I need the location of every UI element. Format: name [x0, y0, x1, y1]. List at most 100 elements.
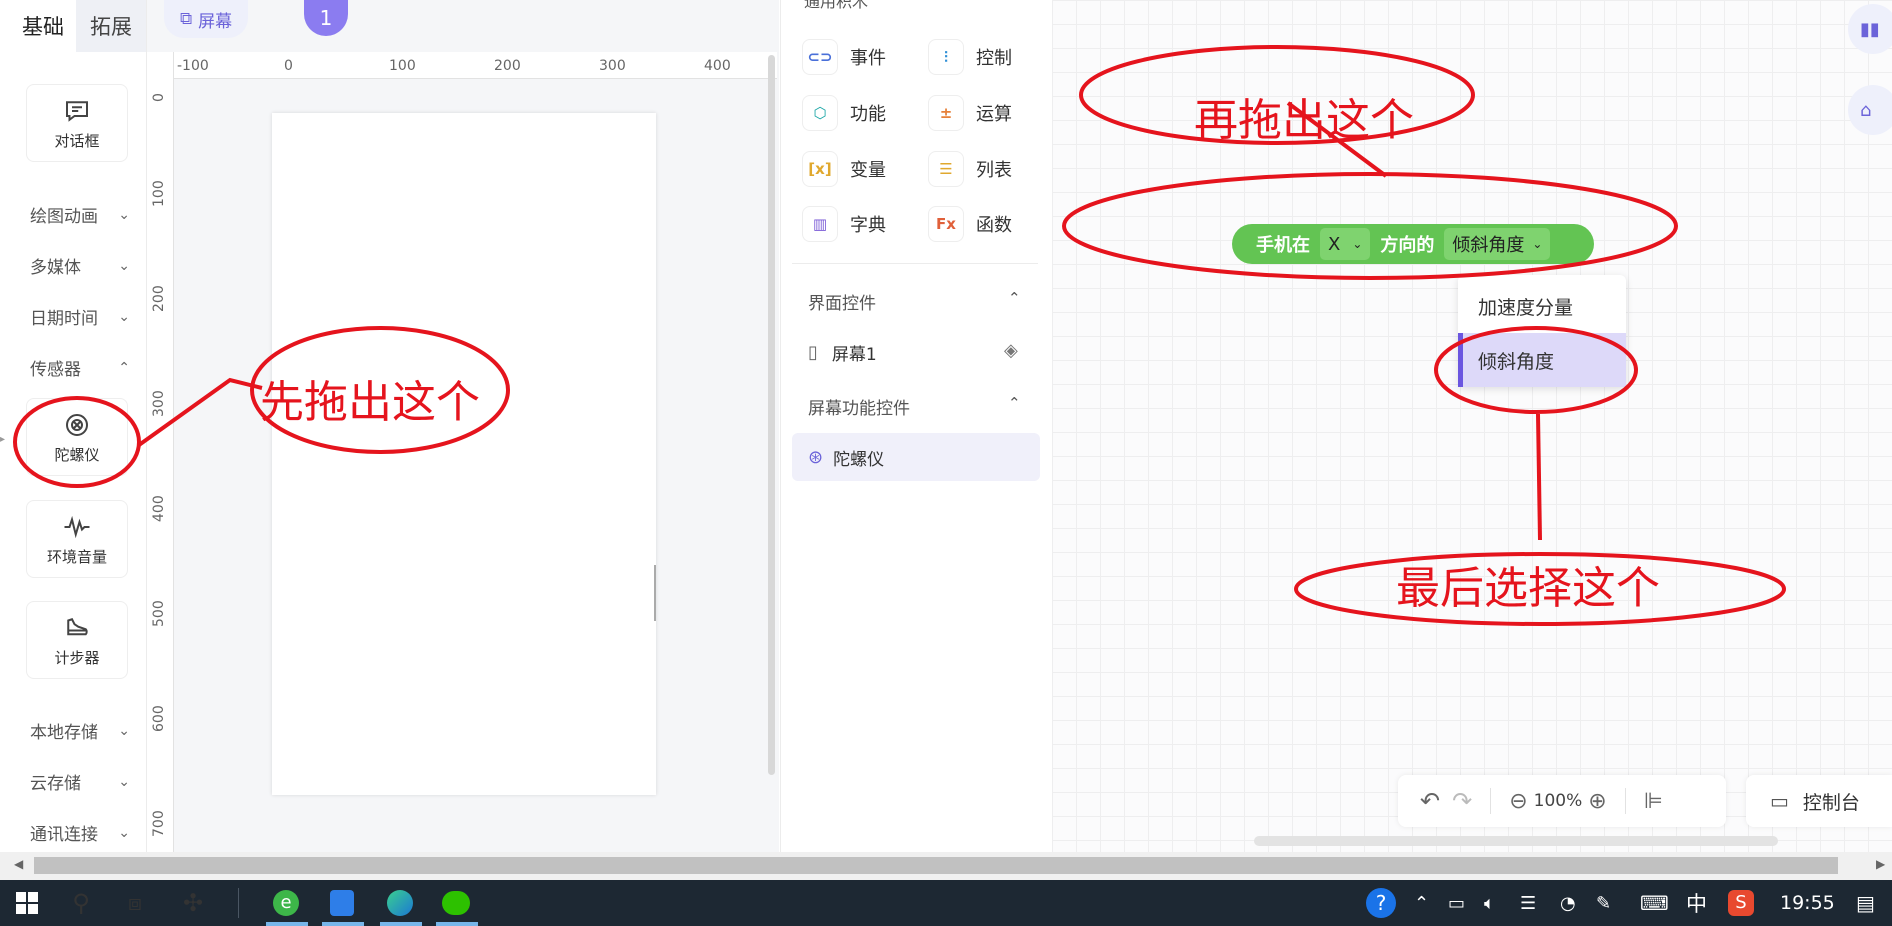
- volume-icon[interactable]: 🔈︎: [1484, 880, 1495, 926]
- scroll-right-arrow-icon[interactable]: ▶: [1876, 857, 1885, 871]
- block-category-func[interactable]: Fx 函数: [928, 206, 1012, 242]
- chevron-down-icon: ⌄: [118, 308, 130, 325]
- ime-indicator[interactable]: 中: [1686, 880, 1707, 926]
- clock[interactable]: 19:55: [1780, 880, 1835, 926]
- ruler-label: 400: [704, 58, 731, 74]
- scroll-left-arrow-icon[interactable]: ◀: [14, 857, 23, 871]
- battery-icon[interactable]: ▭: [1448, 880, 1465, 926]
- block-category-operation-label: 运算: [976, 104, 1012, 125]
- measure-dropdown-menu: 加速度分量 倾斜角度: [1458, 275, 1626, 387]
- toggle-icon: ⊂⊃: [802, 39, 838, 75]
- category-cloud-storage[interactable]: 云存储 ⌄: [30, 769, 130, 795]
- collapse-arrow-icon[interactable]: ▸: [0, 434, 8, 448]
- component-palette: 基础 拓展 对话框 绘图动画 ⌄ 多媒体 ⌄ 日期时间 ⌄ 传感器 ⌃ 陀螺仪 环境音量…: [0, 0, 147, 852]
- notification-icon[interactable]: ☰: [1520, 880, 1536, 926]
- store-button[interactable]: ⌂: [1848, 85, 1892, 135]
- chevron-up-icon[interactable]: ⌃: [1008, 394, 1021, 412]
- chevron-up-icon[interactable]: ⌃: [1008, 289, 1021, 307]
- block-category-event[interactable]: ⊂⊃ 事件: [802, 39, 886, 75]
- task-view-icon[interactable]: ⧈: [120, 880, 150, 926]
- align-icon[interactable]: ⊫: [1644, 789, 1663, 814]
- tree-item-gyroscope[interactable]: ⊛ 陀螺仪: [792, 433, 1040, 481]
- category-sensors[interactable]: 传感器 ⌃: [30, 355, 130, 381]
- store-icon: ⌂: [1860, 99, 1872, 121]
- block-category-dictionary[interactable]: ▥ 字典: [802, 206, 886, 242]
- phone-screen-canvas[interactable]: [272, 113, 656, 795]
- block-category-event-label: 事件: [850, 48, 886, 69]
- block-category-list[interactable]: ☰ 列表: [928, 151, 1012, 187]
- category-local-storage-label: 本地存储: [30, 723, 98, 743]
- pinwheel-app-icon[interactable]: ✣: [178, 880, 208, 926]
- tree-item-screen1[interactable]: ▯ 屏幕1: [808, 340, 877, 365]
- block-category-operation[interactable]: ± 运算: [928, 95, 1012, 131]
- vertical-ruler: 0 100 200 300 400 500 600 700: [147, 52, 174, 852]
- console-button[interactable]: ▭ 控制台: [1746, 775, 1892, 827]
- tab-basic[interactable]: 基础: [8, 0, 78, 52]
- section-title-screen-func-controls: 屏幕功能控件: [808, 399, 910, 419]
- active-indicator: [266, 922, 308, 926]
- variable-x-icon: [x]: [802, 151, 838, 187]
- active-indicator: [322, 922, 364, 926]
- design-vertical-scrollbar[interactable]: [768, 55, 775, 775]
- pen-icon[interactable]: ✎: [1596, 880, 1611, 926]
- measure-dropdown[interactable]: 倾斜角度 ⌄: [1444, 228, 1551, 260]
- ruler-label: 500: [151, 600, 167, 627]
- sogou-ime-icon[interactable]: S: [1728, 880, 1754, 926]
- page-scroll-thumb[interactable]: [34, 857, 1838, 874]
- block-text-prefix: 手机在: [1256, 235, 1310, 256]
- workspace-horizontal-scrollbar[interactable]: [1254, 836, 1778, 846]
- divider: [792, 263, 1038, 264]
- category-multimedia[interactable]: 多媒体 ⌄: [30, 253, 130, 279]
- redo-icon[interactable]: ↷: [1452, 787, 1472, 815]
- app-store-icon[interactable]: [322, 880, 362, 926]
- block-category-function[interactable]: ⬡ 功能: [802, 95, 886, 131]
- undo-icon[interactable]: ↶: [1420, 787, 1440, 815]
- dropdown-option-acceleration[interactable]: 加速度分量: [1458, 279, 1626, 333]
- screen-selector-button[interactable]: ⧉ 屏幕: [164, 0, 249, 38]
- windows-start-icon[interactable]: [12, 880, 42, 926]
- chevron-down-icon: ⌄: [118, 206, 130, 223]
- category-communication[interactable]: 通讯连接 ⌄: [30, 820, 130, 846]
- category-multimedia-label: 多媒体: [30, 258, 81, 278]
- zoom-in-icon[interactable]: ⊕: [1588, 789, 1606, 814]
- ie-browser-icon[interactable]: e: [266, 880, 306, 926]
- measure-dropdown-value: 倾斜角度: [1452, 235, 1525, 256]
- action-center-icon[interactable]: ▤: [1856, 880, 1875, 926]
- component-gyroscope[interactable]: 陀螺仪: [26, 398, 128, 476]
- chevron-down-icon: ⌄: [118, 773, 130, 790]
- ruler-label: -100: [177, 58, 209, 74]
- ruler-label: 0: [284, 58, 293, 74]
- block-category-func-label: 函数: [976, 215, 1012, 236]
- keyboard-icon[interactable]: ⌨: [1640, 880, 1669, 926]
- blocks-workspace[interactable]: [1052, 0, 1892, 852]
- category-communication-label: 通讯连接: [30, 825, 98, 845]
- search-icon[interactable]: ⚲: [66, 880, 96, 926]
- divider: [1624, 788, 1626, 814]
- wifi-icon[interactable]: ◔: [1560, 880, 1576, 926]
- category-local-storage[interactable]: 本地存储 ⌄: [30, 718, 130, 744]
- zoom-out-icon[interactable]: ⊖: [1509, 789, 1527, 814]
- edge-browser-icon[interactable]: [380, 880, 420, 926]
- block-category-variable[interactable]: [x] 变量: [802, 151, 886, 187]
- annotation-text-drag-first: 先拖出这个: [260, 377, 480, 428]
- dropdown-option-tilt-angle[interactable]: 倾斜角度: [1458, 333, 1626, 387]
- category-datetime[interactable]: 日期时间 ⌄: [30, 304, 130, 330]
- gyroscope-angle-block[interactable]: 手机在 X ⌄ 方向的 倾斜角度 ⌄: [1232, 224, 1594, 264]
- chevron-up-icon[interactable]: ⌃: [1414, 880, 1429, 926]
- axis-dropdown[interactable]: X ⌄: [1320, 228, 1371, 260]
- ruler-label: 400: [151, 495, 167, 522]
- block-category-control[interactable]: ⫶ 控制: [928, 39, 1012, 75]
- stats-button[interactable]: ▮▮: [1848, 4, 1892, 54]
- taskbar-divider: [238, 888, 239, 918]
- layers-icon[interactable]: ◈: [1004, 340, 1018, 361]
- tab-extend[interactable]: 拓展: [76, 0, 146, 52]
- component-pedometer[interactable]: 计步器: [26, 601, 128, 679]
- help-icon[interactable]: ?: [1366, 880, 1396, 926]
- shoe-icon: [67, 617, 88, 635]
- sliders-icon: ⫶: [928, 39, 964, 75]
- wechat-icon[interactable]: [436, 880, 476, 926]
- resize-handle[interactable]: [654, 565, 656, 621]
- component-dialog[interactable]: 对话框: [26, 84, 128, 162]
- category-drawing[interactable]: 绘图动画 ⌄: [30, 202, 130, 228]
- component-ambient-volume[interactable]: 环境音量: [26, 500, 128, 578]
